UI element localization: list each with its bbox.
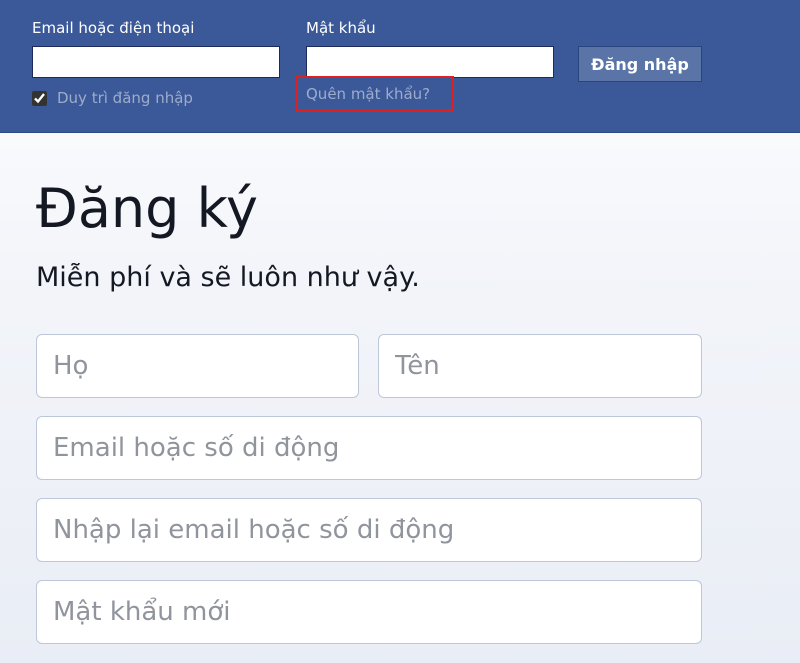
- last-name-input[interactable]: [378, 334, 702, 398]
- login-email-input[interactable]: [32, 46, 280, 78]
- forgot-password-link[interactable]: Quên mật khẩu?: [296, 76, 454, 112]
- email-or-phone-input[interactable]: [36, 416, 702, 480]
- confirm-email-or-phone-input[interactable]: [36, 498, 702, 562]
- new-password-input[interactable]: [36, 580, 702, 644]
- keep-logged-in-option[interactable]: Duy trì đăng nhập: [32, 88, 193, 108]
- login-header: Email hoặc điện thoại Mật khẩu Đăng nhập…: [0, 0, 800, 133]
- forgot-password-label[interactable]: Quên mật khẩu?: [306, 84, 430, 104]
- login-button[interactable]: Đăng nhập: [578, 46, 702, 82]
- login-password-input[interactable]: [306, 46, 554, 78]
- keep-logged-in-label[interactable]: Duy trì đăng nhập: [57, 88, 193, 108]
- password-label: Mật khẩu: [306, 19, 376, 37]
- email-label: Email hoặc điện thoại: [32, 19, 195, 37]
- keep-logged-in-checkbox[interactable]: [32, 90, 47, 106]
- first-name-input[interactable]: [36, 334, 359, 398]
- signup-title: Đăng ký: [36, 177, 258, 240]
- signup-subtitle: Miễn phí và sẽ luôn như vậy.: [36, 262, 420, 293]
